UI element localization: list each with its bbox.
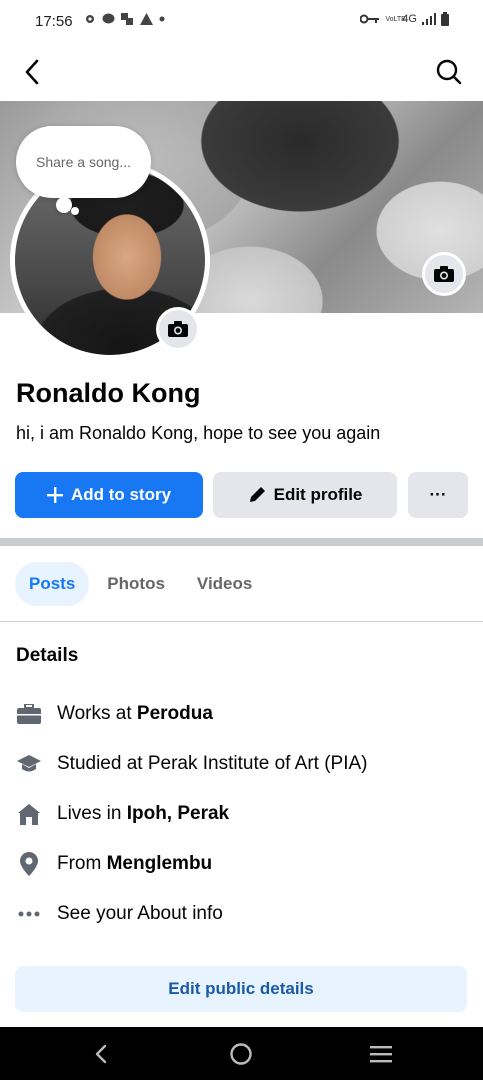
detail-work[interactable]: Works at Perodua <box>16 699 213 729</box>
search-button[interactable] <box>431 54 467 90</box>
detail-from-value: Menglembu <box>106 853 213 874</box>
detail-from[interactable]: From Menglembu <box>16 849 212 879</box>
edit-profile-button[interactable]: Edit profile <box>213 472 397 518</box>
status-time: 17:56 <box>35 13 73 30</box>
detail-lives[interactable]: Lives in Ipoh, Perak <box>16 799 229 829</box>
pencil-icon <box>249 487 265 502</box>
chat-icon <box>102 13 115 24</box>
location-pin-icon <box>16 852 42 876</box>
detail-about-link[interactable]: See your About info <box>16 899 223 929</box>
edit-avatar-button[interactable] <box>156 307 200 351</box>
tabs-divider <box>0 621 483 622</box>
status-bar: 17:56 VoLTE 4G <box>0 0 483 44</box>
detail-lives-value: Ipoh, Perak <box>126 803 230 824</box>
tab-videos[interactable]: Videos <box>183 562 266 606</box>
detail-from-prefix: From <box>57 853 107 874</box>
section-divider <box>0 538 483 546</box>
key-icon <box>360 14 380 24</box>
profile-tabs: Posts Photos Videos <box>15 562 266 606</box>
edit-profile-label: Edit profile <box>273 485 363 504</box>
profile-actions: Add to story Edit profile ··· <box>15 472 468 518</box>
system-home-button[interactable] <box>226 1039 256 1069</box>
detail-work-prefix: Works at <box>57 703 137 724</box>
back-button[interactable] <box>14 54 50 90</box>
system-nav-bar <box>0 1027 483 1080</box>
dot-icon <box>159 16 165 22</box>
top-nav <box>0 44 483 100</box>
status-right: VoLTE 4G <box>360 12 449 26</box>
tab-posts[interactable]: Posts <box>15 562 90 606</box>
more-options-button[interactable]: ··· <box>408 472 468 518</box>
detail-lives-prefix: Lives in <box>57 803 127 824</box>
menu-lines-icon <box>370 1046 392 1063</box>
camera-icon <box>168 321 188 337</box>
edit-public-details-button[interactable]: Edit public details <box>15 966 467 1012</box>
network-label: 4G <box>402 13 417 25</box>
settings-icon <box>86 15 94 23</box>
battery-icon <box>441 12 449 26</box>
detail-education-text: Studied at Perak Institute of Art (PIA) <box>57 753 368 774</box>
add-to-story-label: Add to story <box>70 485 172 504</box>
chevron-left-icon <box>95 1044 107 1064</box>
profile-bio: hi, i am Ronaldo Kong, hope to see you a… <box>16 423 381 443</box>
details-title: Details <box>16 645 79 666</box>
camera-icon <box>434 266 454 282</box>
warning-icon <box>140 13 153 25</box>
search-icon <box>436 59 462 85</box>
profile-name: Ronaldo Kong <box>16 378 201 408</box>
home-icon <box>16 803 42 825</box>
share-song-bubble[interactable]: Share a song... <box>16 126 151 198</box>
more-dots-icon <box>16 911 42 917</box>
briefcase-icon <box>16 704 42 724</box>
bubble-tail-small <box>71 207 79 215</box>
detail-work-value: Perodua <box>136 703 213 724</box>
volte-label: VoLTE <box>385 15 406 23</box>
home-circle-icon <box>230 1043 252 1065</box>
detail-education[interactable]: Studied at Perak Institute of Art (PIA) <box>16 749 368 779</box>
detail-about-text: See your About info <box>57 903 223 924</box>
translate-icon <box>121 13 133 25</box>
bubble-tail-large <box>56 197 72 213</box>
more-dots-icon: ··· <box>429 485 447 504</box>
system-recents-button[interactable] <box>366 1039 396 1069</box>
graduation-cap-icon <box>16 754 42 774</box>
edit-cover-button[interactable] <box>422 252 466 296</box>
system-back-button[interactable] <box>86 1039 116 1069</box>
signal-icon <box>422 13 436 25</box>
chevron-left-icon <box>25 59 39 85</box>
plus-icon <box>46 487 63 503</box>
notification-icons <box>84 13 165 25</box>
add-to-story-button[interactable]: Add to story <box>15 472 203 518</box>
tab-photos[interactable]: Photos <box>93 562 179 606</box>
